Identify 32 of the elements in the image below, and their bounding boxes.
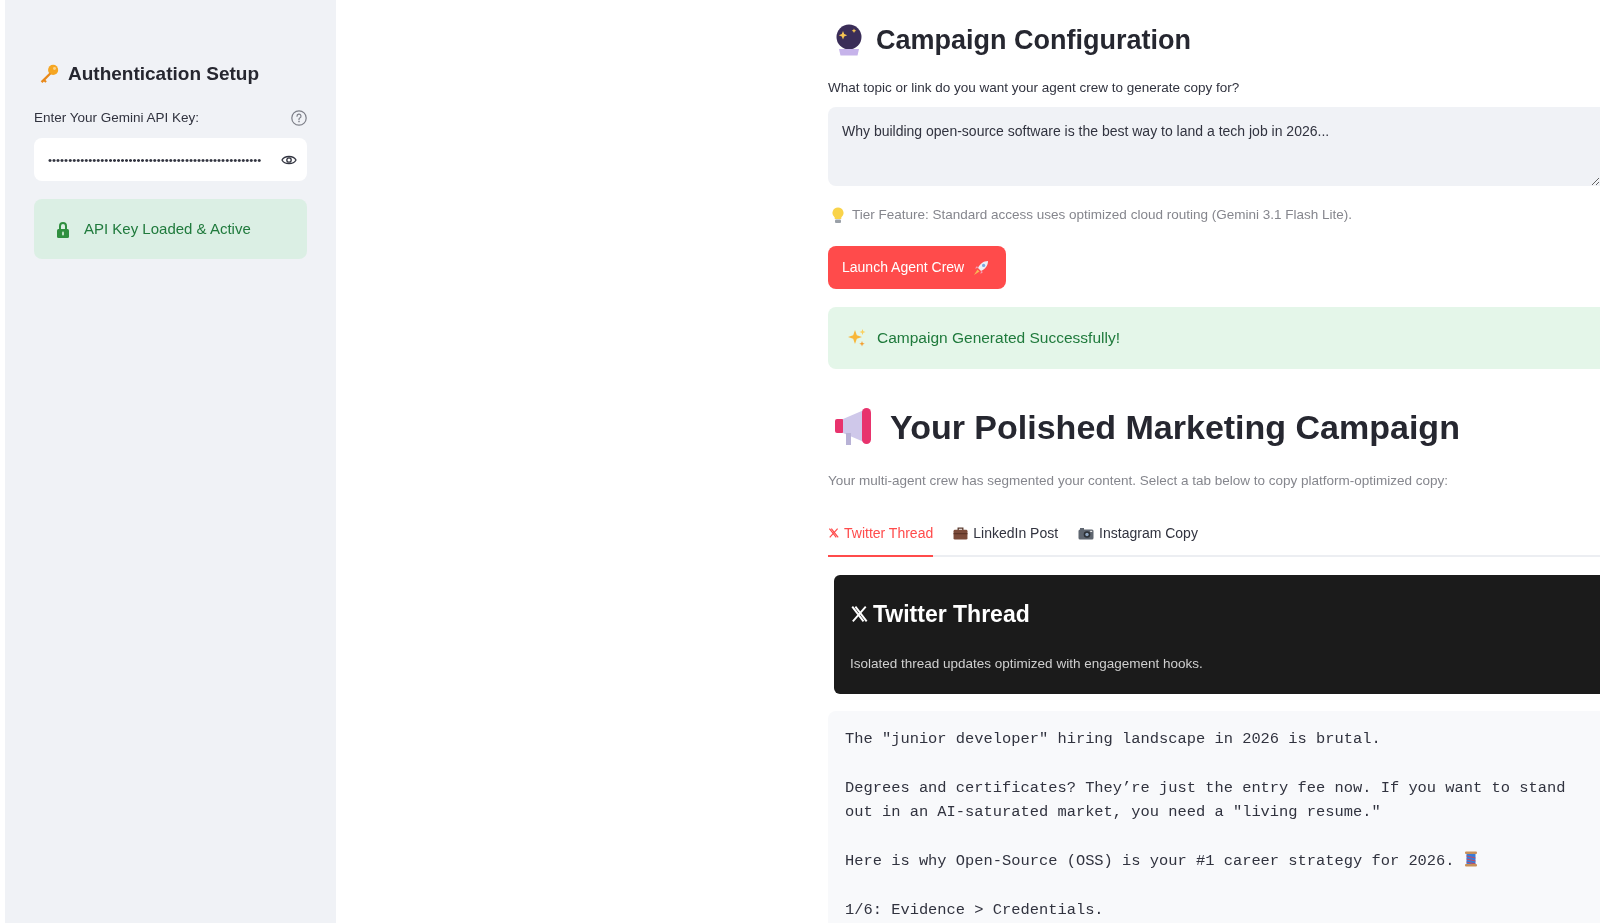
tab[interactable]: Instagram Copy	[1078, 523, 1198, 557]
field-label: What topic or link do you want your agent crew to generate copy for?	[828, 79, 1241, 97]
rocket-icon	[973, 259, 990, 276]
page-heading: Your Polished Marketing Campaign	[890, 407, 1460, 448]
field-label: Enter Your Gemini API Key:	[34, 109, 200, 127]
success-message: API Key Loaded & Active	[84, 219, 251, 239]
lightbulb-icon	[832, 207, 844, 223]
eye-icon[interactable]	[281, 154, 297, 166]
banner-subtitle: Isolated thread updates optimized with engagement hooks.	[850, 655, 1204, 673]
caption-text: Tier Feature: Standard access uses optimized cloud routing (Gemini 3.1 Flash Lite).	[852, 206, 1352, 224]
banner-title: Twitter Thread	[873, 600, 1030, 629]
success-message: Campaign Generated Successfully!	[877, 328, 1120, 348]
crystal-ball-icon	[834, 24, 864, 56]
caption-text: Your multi-agent crew has segmented your content. Select a tab below to copy platform-optimized copy:	[828, 472, 1450, 490]
sparkles-icon	[847, 328, 867, 348]
thread-text: Here is why Open-Source (OSS) is your #1 career strategy for 2026.	[845, 852, 1455, 870]
x-logo-icon	[828, 527, 839, 539]
thread-text: 1/6: Evidence > Credentials.	[845, 900, 1104, 919]
text-area-field[interactable]: Why building open-source software is the best way to land a tech job in 2026...	[828, 107, 1600, 186]
thread-text: Degrees and certificates? They’re just the entry fee now. If you want to stand out in an AI-saturated market, you need a "living resume."	[845, 778, 1567, 822]
password-field[interactable]: •••••••••••••••••••••••••••••••••••••••••••••••••••••	[34, 138, 307, 181]
tab[interactable]: LinkedIn Post	[953, 523, 1059, 557]
briefcase-icon	[953, 526, 969, 540]
key-icon	[38, 63, 60, 85]
sidebar-heading: Authentication Setup	[68, 62, 260, 86]
x-logo-icon	[850, 605, 868, 623]
thread-text: The "junior developer" hiring landscape in 2026 is brutal.	[845, 730, 1381, 748]
camera-icon	[1078, 526, 1095, 540]
lock-icon	[57, 220, 69, 238]
thread-spool-icon	[1463, 851, 1478, 867]
section-heading: Campaign Configuration	[876, 24, 1191, 57]
help-icon[interactable]	[291, 110, 307, 126]
